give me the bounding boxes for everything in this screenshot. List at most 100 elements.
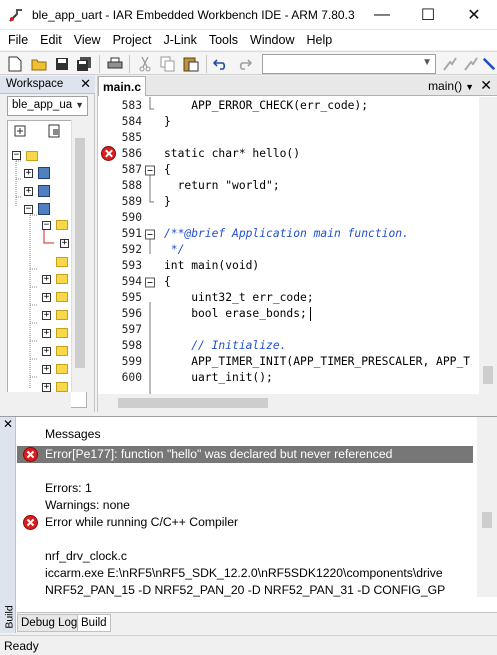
error-message[interactable]: Error[Pe177]: function "hello" was decla… bbox=[45, 447, 392, 461]
menu-tools[interactable]: Tools bbox=[203, 33, 244, 47]
tree-collapse-icon[interactable]: − bbox=[42, 221, 51, 230]
editor-horizontal-scrollbar[interactable] bbox=[98, 394, 497, 412]
line-number: 585 bbox=[121, 131, 142, 144]
chevron-down-icon[interactable]: ▼ bbox=[422, 57, 432, 68]
find-in-files-icon[interactable] bbox=[482, 55, 496, 73]
folder-icon bbox=[56, 328, 68, 338]
maximize-button[interactable]: ☐ bbox=[405, 0, 451, 30]
scrollbar-thumb[interactable] bbox=[75, 138, 85, 368]
build-panel-close-icon[interactable]: ✕ bbox=[3, 417, 13, 431]
messages-vertical-scrollbar[interactable] bbox=[477, 417, 497, 597]
close-button[interactable]: ✕ bbox=[451, 0, 497, 30]
build-file-name: nrf_drv_clock.c bbox=[45, 549, 127, 563]
code-text: { bbox=[164, 163, 171, 176]
code-text: int main(void) bbox=[164, 259, 260, 272]
menu-view[interactable]: View bbox=[68, 33, 107, 47]
folder-icon bbox=[56, 220, 68, 230]
tree-expand-icon[interactable]: + bbox=[24, 169, 33, 178]
build-panel-side-label: Build bbox=[3, 605, 16, 629]
bottom-tab-bar: Debug Log Build bbox=[17, 612, 497, 633]
save-icon[interactable] bbox=[53, 55, 71, 73]
redo-icon[interactable] bbox=[235, 55, 253, 73]
tree-expand-icon[interactable]: + bbox=[42, 329, 51, 338]
workspace-title: Workspace bbox=[6, 78, 64, 90]
line-number: 597 bbox=[121, 323, 142, 336]
tree-header-icons bbox=[13, 123, 73, 139]
config-cube-icon bbox=[38, 203, 50, 215]
menu-jlink[interactable]: J-Link bbox=[157, 33, 202, 47]
function-selector[interactable]: main() ▼ bbox=[428, 79, 474, 93]
menu-file[interactable]: File bbox=[2, 33, 34, 47]
line-number: 599 bbox=[121, 355, 142, 368]
open-folder-icon[interactable] bbox=[30, 55, 48, 73]
tree-expand-icon[interactable]: + bbox=[42, 293, 51, 302]
line-number: 586 bbox=[121, 147, 142, 160]
print-icon[interactable] bbox=[106, 55, 124, 73]
workspace-close-icon[interactable]: ✕ bbox=[80, 76, 91, 92]
workspace-project-select[interactable]: ble_app_ua ▼ bbox=[7, 96, 88, 116]
new-file-icon[interactable] bbox=[6, 55, 24, 73]
folder-icon bbox=[56, 292, 68, 302]
find-previous-icon[interactable] bbox=[462, 55, 480, 73]
code-text: } bbox=[164, 195, 171, 208]
code-text: uint32_t err_code; bbox=[164, 291, 314, 304]
messages-list[interactable]: Messages Error[Pe177]: function "hello" … bbox=[17, 417, 473, 597]
code-text: /**@brief Application main function. bbox=[164, 227, 409, 240]
tree-expand-icon[interactable]: + bbox=[42, 365, 51, 374]
status-bar: Ready bbox=[0, 635, 497, 655]
save-all-icon[interactable] bbox=[75, 55, 93, 73]
workspace-header: Workspace ✕ bbox=[0, 76, 95, 94]
menu-help[interactable]: Help bbox=[300, 33, 338, 47]
messages-header: Messages bbox=[45, 427, 101, 441]
window-title: ble_app_uart - IAR Embedded Workbench ID… bbox=[32, 8, 355, 22]
line-number: 593 bbox=[121, 259, 142, 272]
line-number: 590 bbox=[121, 211, 142, 224]
paste-icon[interactable] bbox=[182, 55, 200, 73]
tab-build[interactable]: Build bbox=[77, 614, 111, 632]
menu-edit[interactable]: Edit bbox=[34, 33, 68, 47]
warnings-count: Warnings: none bbox=[45, 498, 130, 512]
code-text: */ bbox=[164, 243, 185, 256]
workspace-horizontal-scrollbar[interactable] bbox=[7, 392, 71, 408]
compiler-error-message[interactable]: Error while running C/C++ Compiler bbox=[45, 515, 238, 529]
scrollbar-thumb[interactable] bbox=[483, 366, 493, 384]
chevron-down-icon[interactable]: ▼ bbox=[75, 100, 84, 110]
status-text: Ready bbox=[4, 639, 39, 653]
tree-collapse-icon[interactable]: − bbox=[24, 205, 33, 214]
folder-icon bbox=[56, 382, 68, 392]
folder-icon bbox=[56, 364, 68, 374]
line-number: 598 bbox=[121, 339, 142, 352]
copy-icon[interactable] bbox=[159, 55, 177, 73]
tab-main-c[interactable]: main.c bbox=[98, 76, 146, 96]
undo-icon[interactable] bbox=[212, 55, 230, 73]
tree-expand-icon[interactable]: + bbox=[42, 383, 51, 392]
tree-expand-icon[interactable]: + bbox=[24, 187, 33, 196]
line-number: 588 bbox=[121, 179, 142, 192]
workspace-root-icon bbox=[26, 151, 38, 161]
tree-expand-icon[interactable]: + bbox=[42, 311, 51, 320]
workspace-vertical-scrollbar[interactable] bbox=[71, 120, 87, 392]
menu-window[interactable]: Window bbox=[244, 33, 300, 47]
scrollbar-thumb[interactable] bbox=[482, 512, 492, 528]
menu-project[interactable]: Project bbox=[107, 33, 158, 47]
code-editor[interactable]: 583 APP_ERROR_CHECK(err_code); 584} 585 586… bbox=[98, 97, 478, 394]
scrollbar-thumb[interactable] bbox=[118, 398, 268, 408]
editor-vertical-scrollbar[interactable] bbox=[479, 97, 497, 394]
tree-collapse-icon[interactable]: − bbox=[12, 151, 21, 160]
text-cursor bbox=[310, 307, 311, 321]
find-combo-input[interactable]: ▼ bbox=[262, 54, 436, 74]
cut-icon[interactable] bbox=[136, 55, 154, 73]
workspace-panel: Workspace ✕ ble_app_ua ▼ − + + − − + + +… bbox=[0, 76, 95, 412]
tree-expand-icon[interactable]: + bbox=[60, 239, 69, 248]
tab-debug-log[interactable]: Debug Log bbox=[17, 614, 82, 632]
tree-expand-icon[interactable]: + bbox=[42, 275, 51, 284]
code-text: { bbox=[164, 275, 171, 288]
tree-expand-icon[interactable]: + bbox=[42, 347, 51, 356]
line-number: 596 bbox=[121, 307, 142, 320]
error-marker-icon[interactable] bbox=[101, 146, 116, 161]
minimize-button[interactable]: — bbox=[359, 0, 405, 30]
code-text: APP_ERROR_CHECK(err_code); bbox=[164, 99, 369, 112]
editor-close-icon[interactable]: ✕ bbox=[480, 77, 492, 94]
find-next-icon[interactable] bbox=[441, 55, 459, 73]
menu-bar: File Edit View Project J-Link Tools Wind… bbox=[0, 30, 497, 50]
